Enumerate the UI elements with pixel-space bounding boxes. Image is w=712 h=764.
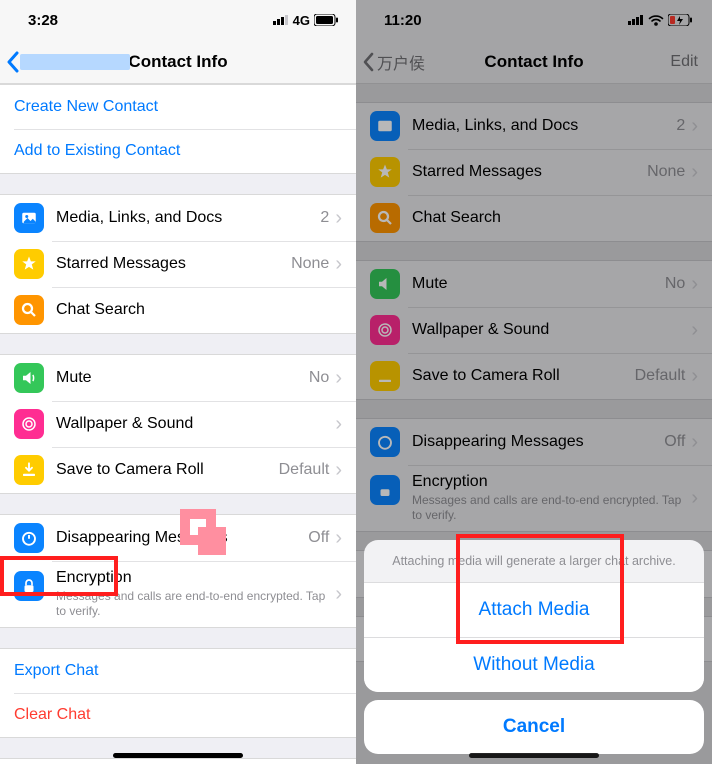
group-media: Media, Links, and Docs 2 › Starred Messa… — [0, 194, 356, 334]
phone-left: 3:28 4G Contact Info Create New Contact … — [0, 0, 356, 764]
action-sheet: Attaching media will generate a larger c… — [364, 540, 704, 754]
status-bar: 3:28 4G — [0, 0, 356, 40]
battery-icon — [314, 14, 338, 26]
media-row[interactable]: Media, Links, and Docs 2 › — [0, 195, 356, 241]
photos-icon — [14, 203, 44, 233]
attach-media-button[interactable]: Attach Media — [364, 582, 704, 637]
export-chat-row[interactable]: Export Chat — [0, 649, 356, 693]
encryption-row[interactable]: Encryption Messages and calls are end-to… — [0, 561, 356, 627]
home-indicator — [469, 753, 599, 758]
add-existing-row[interactable]: Add to Existing Contact — [0, 129, 356, 173]
encryption-sub: Messages and calls are end-to-end encryp… — [56, 589, 335, 619]
disappearing-row[interactable]: Disappearing Messages Off › — [0, 515, 356, 561]
chevron-right-icon: › — [335, 528, 342, 548]
chevron-right-icon: › — [335, 584, 342, 604]
wallpaper-row[interactable]: Wallpaper & Sound › — [0, 401, 356, 447]
mute-row[interactable]: Mute No › — [0, 355, 356, 401]
status-indicators: 4G — [273, 13, 338, 28]
media-label: Media, Links, and Docs — [56, 209, 320, 227]
group-settings: Mute No › Wallpaper & Sound › Save to Ca… — [0, 354, 356, 494]
starred-row[interactable]: Starred Messages None › — [0, 241, 356, 287]
block-row[interactable]: Block Contact — [0, 759, 356, 764]
search-label: Chat Search — [56, 301, 342, 319]
speaker-icon — [14, 363, 44, 393]
add-existing-label: Add to Existing Contact — [14, 142, 342, 160]
wallpaper-icon — [14, 409, 44, 439]
lock-icon — [14, 571, 44, 601]
cancel-button[interactable]: Cancel — [364, 700, 704, 754]
wallpaper-label: Wallpaper & Sound — [56, 415, 335, 433]
group-privacy: Disappearing Messages Off › Encryption M… — [0, 514, 356, 628]
mute-value: No — [309, 369, 329, 387]
cameraroll-row[interactable]: Save to Camera Roll Default › — [0, 447, 356, 493]
starred-label: Starred Messages — [56, 255, 291, 273]
chevron-left-icon — [6, 51, 20, 73]
mute-label: Mute — [56, 369, 309, 387]
cameraroll-label: Save to Camera Roll — [56, 461, 279, 479]
group-block: Block Contact Report Contact — [0, 758, 356, 764]
starred-value: None — [291, 255, 329, 273]
search-icon — [14, 295, 44, 325]
nav-title: Contact Info — [128, 52, 227, 72]
star-icon — [14, 249, 44, 279]
chevron-right-icon: › — [335, 368, 342, 388]
cameraroll-value: Default — [279, 461, 330, 479]
back-button[interactable] — [6, 51, 130, 73]
search-row[interactable]: Chat Search — [0, 287, 356, 333]
group-chat-actions: Export Chat Clear Chat — [0, 648, 356, 738]
back-contact-redacted — [20, 54, 130, 70]
chevron-right-icon: › — [335, 414, 342, 434]
phone-right: 11:20 万户侯 Contact Info Edit Media, Links… — [356, 0, 712, 764]
clear-chat-row[interactable]: Clear Chat — [0, 693, 356, 737]
without-media-button[interactable]: Without Media — [364, 637, 704, 692]
create-contact-label: Create New Contact — [14, 98, 342, 116]
sheet-message: Attaching media will generate a larger c… — [364, 540, 704, 582]
disappearing-value: Off — [308, 529, 329, 547]
status-time: 3:28 — [28, 12, 58, 29]
nav-bar: Contact Info — [0, 40, 356, 84]
download-icon — [14, 455, 44, 485]
group-create: Create New Contact Add to Existing Conta… — [0, 84, 356, 174]
timer-icon — [14, 523, 44, 553]
export-chat-label: Export Chat — [14, 662, 342, 680]
signal-icon — [273, 15, 289, 25]
chevron-right-icon: › — [335, 208, 342, 228]
media-value: 2 — [320, 209, 329, 227]
chevron-right-icon: › — [335, 460, 342, 480]
chevron-right-icon: › — [335, 254, 342, 274]
encryption-label: Encryption — [56, 569, 335, 587]
sheet-card: Attaching media will generate a larger c… — [364, 540, 704, 692]
clear-chat-label: Clear Chat — [14, 706, 342, 724]
home-indicator — [113, 753, 243, 758]
status-net: 4G — [293, 13, 310, 28]
create-contact-row[interactable]: Create New Contact — [0, 85, 356, 129]
